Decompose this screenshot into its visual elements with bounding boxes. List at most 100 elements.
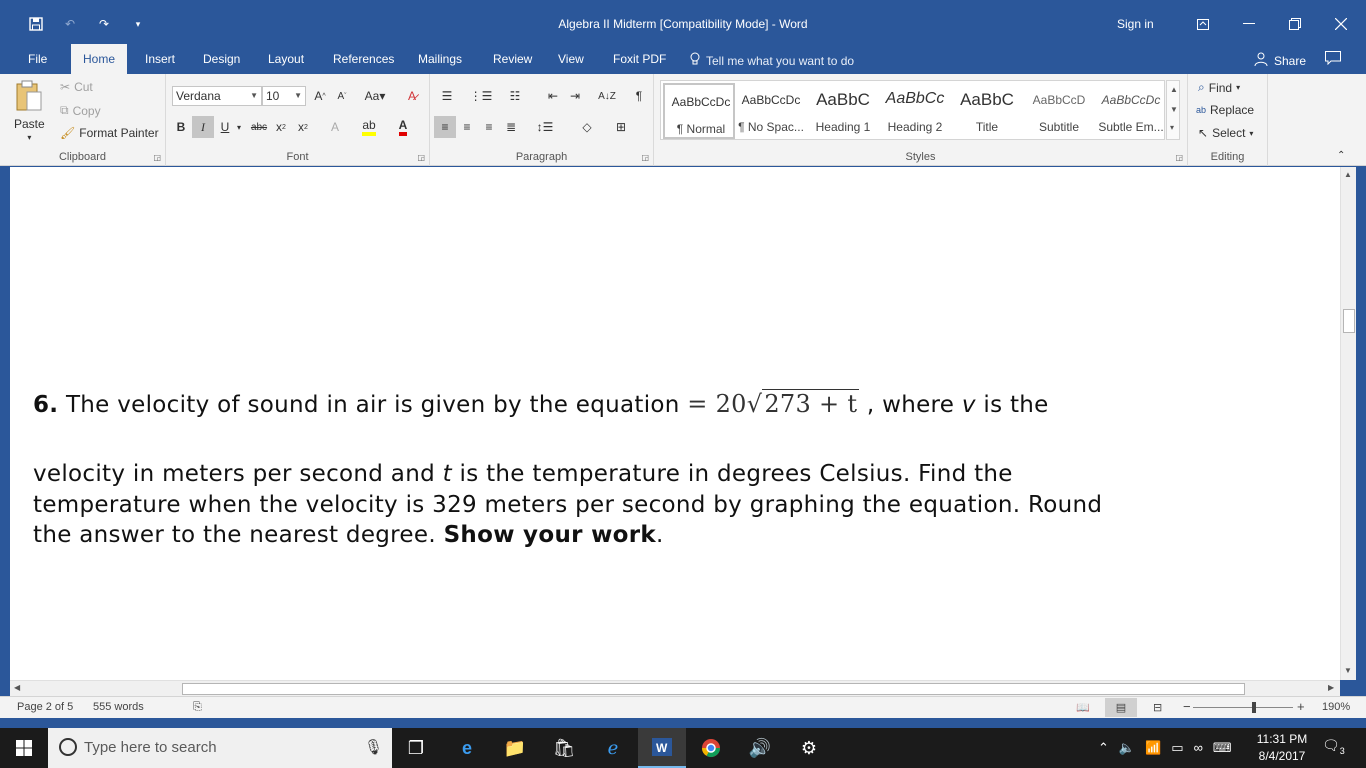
scroll-left-icon[interactable]: ◀: [14, 683, 20, 692]
microphone-icon[interactable]: 🎙: [364, 738, 383, 756]
font-size-combo[interactable]: 10 ▼: [262, 86, 306, 106]
internet-explorer-icon[interactable]: ℯ: [589, 728, 637, 768]
bullets-icon[interactable]: ☰: [436, 85, 458, 107]
scroll-right-icon[interactable]: ▶: [1328, 683, 1334, 692]
tab-review[interactable]: Review: [481, 44, 544, 74]
horizontal-scrollbar[interactable]: ◀ ▶: [10, 680, 1340, 696]
tab-foxit-pdf[interactable]: Foxit PDF: [601, 44, 678, 74]
more-styles-icon[interactable]: ▾: [1170, 123, 1174, 132]
replace-button[interactable]: ab Replace: [1196, 103, 1254, 117]
style-normal[interactable]: AaBbCcDc ¶ Normal: [663, 83, 735, 139]
edge-icon[interactable]: e: [443, 728, 491, 768]
underline-dropdown-icon[interactable]: ▾: [232, 116, 246, 138]
network-icon[interactable]: ∞: [1194, 740, 1203, 756]
justify-icon[interactable]: ≣: [500, 116, 522, 138]
chevron-down-icon[interactable]: ▼: [1170, 105, 1178, 114]
tab-layout[interactable]: Layout: [256, 44, 316, 74]
vertical-scrollbar[interactable]: ▲ ▼: [1340, 167, 1356, 680]
scroll-down-icon[interactable]: ▼: [1344, 666, 1352, 675]
subscript-icon[interactable]: x2: [270, 116, 292, 138]
text-effects-icon[interactable]: A: [324, 116, 346, 138]
windows-start-icon[interactable]: [0, 728, 48, 768]
format-painter-button[interactable]: 🖌 Format Painter: [60, 126, 159, 140]
tab-view[interactable]: View: [546, 44, 596, 74]
shrink-font-icon[interactable]: Aˇ: [331, 85, 353, 107]
horizontal-scroll-thumb[interactable]: [182, 683, 1245, 695]
font-launcher-icon[interactable]: ◲: [417, 153, 425, 162]
vertical-scroll-thumb[interactable]: [1343, 309, 1355, 333]
strikethrough-icon[interactable]: abc: [248, 116, 270, 138]
borders-icon[interactable]: ⊞: [610, 116, 632, 138]
paste-button[interactable]: Paste ▾: [14, 80, 45, 142]
multilevel-list-icon[interactable]: ☷: [504, 85, 526, 107]
media-app-icon[interactable]: 🔊: [736, 728, 784, 768]
restore-icon[interactable]: [1272, 12, 1318, 36]
sign-in-link[interactable]: Sign in: [1117, 17, 1154, 31]
change-case-icon[interactable]: Aa▾: [360, 85, 390, 107]
close-icon[interactable]: [1318, 12, 1364, 36]
word-icon[interactable]: W: [638, 728, 686, 768]
align-right-icon[interactable]: ≡: [478, 116, 500, 138]
increase-indent-icon[interactable]: ⇥: [564, 85, 586, 107]
decrease-indent-icon[interactable]: ⇤: [542, 85, 564, 107]
highlight-icon[interactable]: ab: [358, 116, 380, 138]
web-layout-icon[interactable]: ⊟: [1153, 701, 1162, 714]
line-spacing-icon[interactable]: ↕☰: [534, 116, 556, 138]
file-explorer-icon[interactable]: 📁: [491, 728, 539, 768]
copy-button[interactable]: ⧉ Copy: [60, 103, 101, 118]
sort-icon[interactable]: A↓Z: [596, 85, 618, 107]
zoom-in-icon[interactable]: +: [1297, 699, 1305, 714]
styles-launcher-icon[interactable]: ◲: [1175, 153, 1183, 162]
font-name-combo[interactable]: Verdana ▼: [172, 86, 262, 106]
style-no-spacing[interactable]: AaBbCcDc ¶ No Spac...: [735, 83, 807, 139]
grow-font-icon[interactable]: A ^: [309, 85, 331, 107]
minimize-icon[interactable]: [1226, 12, 1272, 36]
ribbon-display-options-icon[interactable]: [1180, 12, 1226, 36]
action-center-icon[interactable]: 🗨3: [1322, 737, 1345, 756]
share-button[interactable]: Share: [1254, 52, 1306, 69]
tab-insert[interactable]: Insert: [133, 44, 187, 74]
font-color-icon[interactable]: A: [392, 116, 414, 138]
find-button[interactable]: ⌕ Find ▾: [1198, 80, 1240, 95]
tab-mailings[interactable]: Mailings: [406, 44, 474, 74]
numbering-icon[interactable]: ⋮☰: [470, 85, 493, 107]
bold-icon[interactable]: B: [170, 116, 192, 138]
tab-design[interactable]: Design: [191, 44, 252, 74]
italic-icon[interactable]: I: [192, 116, 214, 138]
keyboard-icon[interactable]: ⌨: [1213, 740, 1232, 756]
style-subtitle[interactable]: AaBbCcD Subtitle: [1023, 83, 1095, 139]
clipboard-launcher-icon[interactable]: ◲: [153, 153, 161, 162]
collapse-ribbon-icon[interactable]: ⌃: [1337, 150, 1345, 161]
style-heading-2[interactable]: AaBbCc Heading 2: [879, 83, 951, 139]
word-count[interactable]: 555 words: [93, 701, 144, 713]
volume-icon[interactable]: 🔈: [1119, 740, 1135, 756]
settings-gear-icon[interactable]: ⚙: [785, 728, 833, 768]
store-icon[interactable]: 🛍: [540, 728, 588, 768]
paragraph-launcher-icon[interactable]: ◲: [641, 153, 649, 162]
wifi-icon[interactable]: 📶: [1145, 740, 1161, 756]
chrome-icon[interactable]: [687, 728, 735, 768]
select-button[interactable]: ↖ Select ▾: [1198, 126, 1253, 140]
scroll-up-icon[interactable]: ▲: [1344, 170, 1352, 179]
proofing-icon[interactable]: ⎘: [193, 701, 202, 714]
chevron-up-icon[interactable]: ▲: [1170, 85, 1178, 94]
taskbar-search-box[interactable]: Type here to search 🎙: [48, 728, 392, 768]
zoom-slider[interactable]: [1193, 707, 1293, 708]
zoom-out-icon[interactable]: −: [1183, 699, 1191, 714]
show-formatting-icon[interactable]: ¶: [628, 85, 650, 107]
styles-gallery-scroll[interactable]: ▲ ▼ ▾: [1166, 80, 1180, 140]
tab-file[interactable]: File: [16, 44, 59, 74]
zoom-level[interactable]: 190%: [1322, 701, 1350, 713]
tell-me-box[interactable]: Tell me what you want to do: [690, 52, 854, 69]
tab-home[interactable]: Home: [71, 44, 128, 74]
tab-references[interactable]: References: [321, 44, 406, 74]
print-layout-icon[interactable]: ▤: [1105, 698, 1137, 717]
align-center-icon[interactable]: ≡: [456, 116, 478, 138]
chevron-up-icon[interactable]: ⌃: [1098, 740, 1109, 756]
style-subtle-emphasis[interactable]: AaBbCcDc Subtle Em...: [1095, 83, 1167, 139]
battery-icon[interactable]: ▭: [1171, 740, 1183, 756]
comments-icon[interactable]: [1325, 51, 1341, 68]
cut-button[interactable]: ✂ Cut: [60, 80, 93, 94]
zoom-slider-thumb[interactable]: [1252, 702, 1256, 713]
clear-formatting-icon[interactable]: A̷: [401, 85, 423, 107]
